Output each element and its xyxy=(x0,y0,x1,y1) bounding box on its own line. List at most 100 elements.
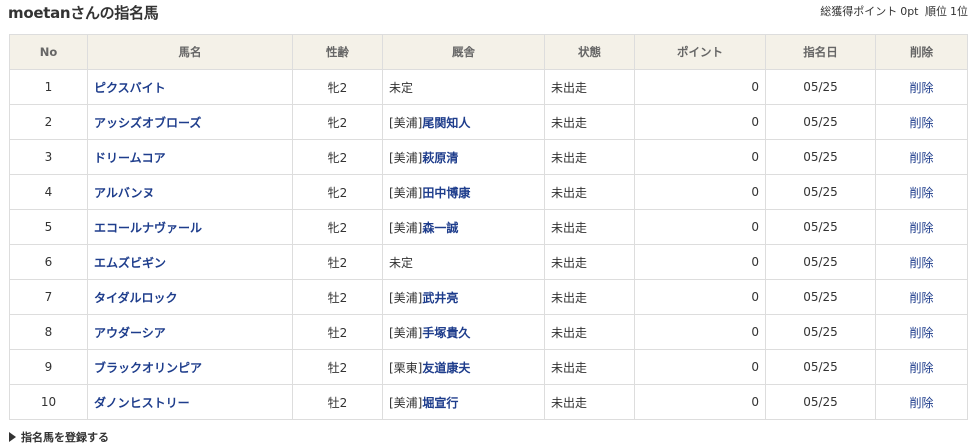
horse-name-cell: ピクスバイト xyxy=(87,69,293,105)
trainer-link[interactable]: 尾関知人 xyxy=(422,116,470,130)
horse-name-link[interactable]: タイダルロック xyxy=(94,291,178,305)
column-header-no: No xyxy=(9,34,88,70)
sex-age: 牝2 xyxy=(292,139,383,175)
trainer-link[interactable]: 萩原清 xyxy=(422,151,458,165)
status: 未出走 xyxy=(544,349,635,385)
table-row: 7 タイダルロック 牡2 [美浦]武井亮 未出走 0 05/25 削除 xyxy=(9,279,968,315)
horse-name-link[interactable]: アッシズオブローズ xyxy=(94,116,201,130)
horse-name-link[interactable]: ピクスバイト xyxy=(94,81,166,95)
row-no: 9 xyxy=(9,349,88,385)
delete-link[interactable]: 削除 xyxy=(909,81,933,95)
trainer-link[interactable]: 堀宣行 xyxy=(422,396,458,410)
status: 未出走 xyxy=(544,314,635,350)
table-row: 2 アッシズオブローズ 牝2 [美浦]尾関知人 未出走 0 05/25 削除 xyxy=(9,104,968,140)
nominated-date: 05/25 xyxy=(765,244,876,280)
delete-link[interactable]: 削除 xyxy=(909,291,933,305)
stable-cell: 未定 xyxy=(382,244,545,280)
trainer-link[interactable]: 武井亮 xyxy=(422,291,458,305)
row-no: 10 xyxy=(9,384,88,420)
horse-name-link[interactable]: アウダーシア xyxy=(94,326,166,340)
trainer-link[interactable]: 手塚貴久 xyxy=(422,326,470,340)
stable-cell: [美浦]尾関知人 xyxy=(382,104,545,140)
horse-name-cell: エコールナヴァール xyxy=(87,209,293,245)
horse-name-link[interactable]: ブラックオリンピア xyxy=(94,361,202,375)
delete-link[interactable]: 削除 xyxy=(909,221,933,235)
status: 未出走 xyxy=(544,174,635,210)
delete-cell: 削除 xyxy=(875,104,968,140)
horse-name-cell: タイダルロック xyxy=(87,279,293,315)
status: 未出走 xyxy=(544,69,635,105)
points: 0 xyxy=(634,104,766,140)
status: 未出走 xyxy=(544,244,635,280)
stable-region: [美浦] xyxy=(389,185,423,200)
nominated-date: 05/25 xyxy=(765,314,876,350)
nominated-date: 05/25 xyxy=(765,104,876,140)
delete-cell: 削除 xyxy=(875,314,968,350)
nominated-date: 05/25 xyxy=(765,139,876,175)
delete-link[interactable]: 削除 xyxy=(909,256,933,270)
status: 未出走 xyxy=(544,209,635,245)
points: 0 xyxy=(634,69,766,105)
register-horse-link[interactable]: 指名馬を登録する xyxy=(9,429,109,445)
sex-age: 牡2 xyxy=(292,384,383,420)
column-header-delete: 削除 xyxy=(875,34,968,70)
nominated-horses-table: No 馬名 性齢 厩舎 状態 ポイント 指名日 削除 1 ピクスバイト 牝2 未定 未出… xyxy=(9,34,968,420)
table-row: 9 ブラックオリンピア 牡2 [栗東]友道康夫 未出走 0 05/25 削除 xyxy=(9,349,968,385)
delete-link[interactable]: 削除 xyxy=(909,151,933,165)
stable-region: [美浦] xyxy=(389,395,423,410)
horse-name-link[interactable]: エムズビギン xyxy=(94,256,166,270)
page-header: moetanさんの指名馬 総獲得ポイント 0pt 順位 1位 xyxy=(8,0,968,26)
row-no: 1 xyxy=(9,69,88,105)
status: 未出走 xyxy=(544,384,635,420)
horse-name-link[interactable]: ドリームコア xyxy=(94,151,166,165)
delete-cell: 削除 xyxy=(875,174,968,210)
row-no: 5 xyxy=(9,209,88,245)
points: 0 xyxy=(634,349,766,385)
sex-age: 牡2 xyxy=(292,349,383,385)
points: 0 xyxy=(634,279,766,315)
nominated-date: 05/25 xyxy=(765,384,876,420)
stable-region: [栗東] xyxy=(389,360,423,375)
stable-region: [美浦] xyxy=(389,290,423,305)
status: 未出走 xyxy=(544,139,635,175)
stable-region: [美浦] xyxy=(389,220,423,235)
delete-link[interactable]: 削除 xyxy=(909,361,933,375)
trainer-link[interactable]: 森一誠 xyxy=(422,221,458,235)
row-no: 8 xyxy=(9,314,88,350)
stable-cell: [美浦]堀宣行 xyxy=(382,384,545,420)
horse-name-cell: ブラックオリンピア xyxy=(87,349,293,385)
rank-label: 順位 xyxy=(925,5,947,18)
points: 0 xyxy=(634,314,766,350)
horse-name-link[interactable]: アルバンヌ xyxy=(94,186,154,200)
trainer-link[interactable]: 田中博康 xyxy=(422,186,470,200)
horse-name-link[interactable]: ダノンヒストリー xyxy=(94,396,190,410)
sex-age: 牝2 xyxy=(292,69,383,105)
sex-age: 牝2 xyxy=(292,104,383,140)
stable-undecided: 未定 xyxy=(389,255,414,270)
table-header-row: No 馬名 性齢 厩舎 状態 ポイント 指名日 削除 xyxy=(9,34,968,70)
column-header-date: 指名日 xyxy=(765,34,876,70)
horse-name-cell: ダノンヒストリー xyxy=(87,384,293,420)
stable-region: [美浦] xyxy=(389,150,423,165)
stable-region: [美浦] xyxy=(389,115,423,130)
delete-link[interactable]: 削除 xyxy=(909,326,933,340)
delete-cell: 削除 xyxy=(875,384,968,420)
horse-name-cell: ドリームコア xyxy=(87,139,293,175)
delete-cell: 削除 xyxy=(875,209,968,245)
delete-link[interactable]: 削除 xyxy=(909,116,933,130)
nominated-date: 05/25 xyxy=(765,174,876,210)
nominated-date: 05/25 xyxy=(765,69,876,105)
triangle-right-icon xyxy=(9,432,16,442)
horse-name-link[interactable]: エコールナヴァール xyxy=(94,221,202,235)
sex-age: 牝2 xyxy=(292,209,383,245)
sex-age: 牡2 xyxy=(292,244,383,280)
trainer-link[interactable]: 友道康夫 xyxy=(422,361,470,375)
sex-age: 牡2 xyxy=(292,279,383,315)
sex-age: 牡2 xyxy=(292,314,383,350)
delete-link[interactable]: 削除 xyxy=(909,186,933,200)
points: 0 xyxy=(634,384,766,420)
delete-link[interactable]: 削除 xyxy=(909,396,933,410)
row-no: 7 xyxy=(9,279,88,315)
horse-name-cell: アルバンヌ xyxy=(87,174,293,210)
stable-cell: [美浦]森一誠 xyxy=(382,209,545,245)
